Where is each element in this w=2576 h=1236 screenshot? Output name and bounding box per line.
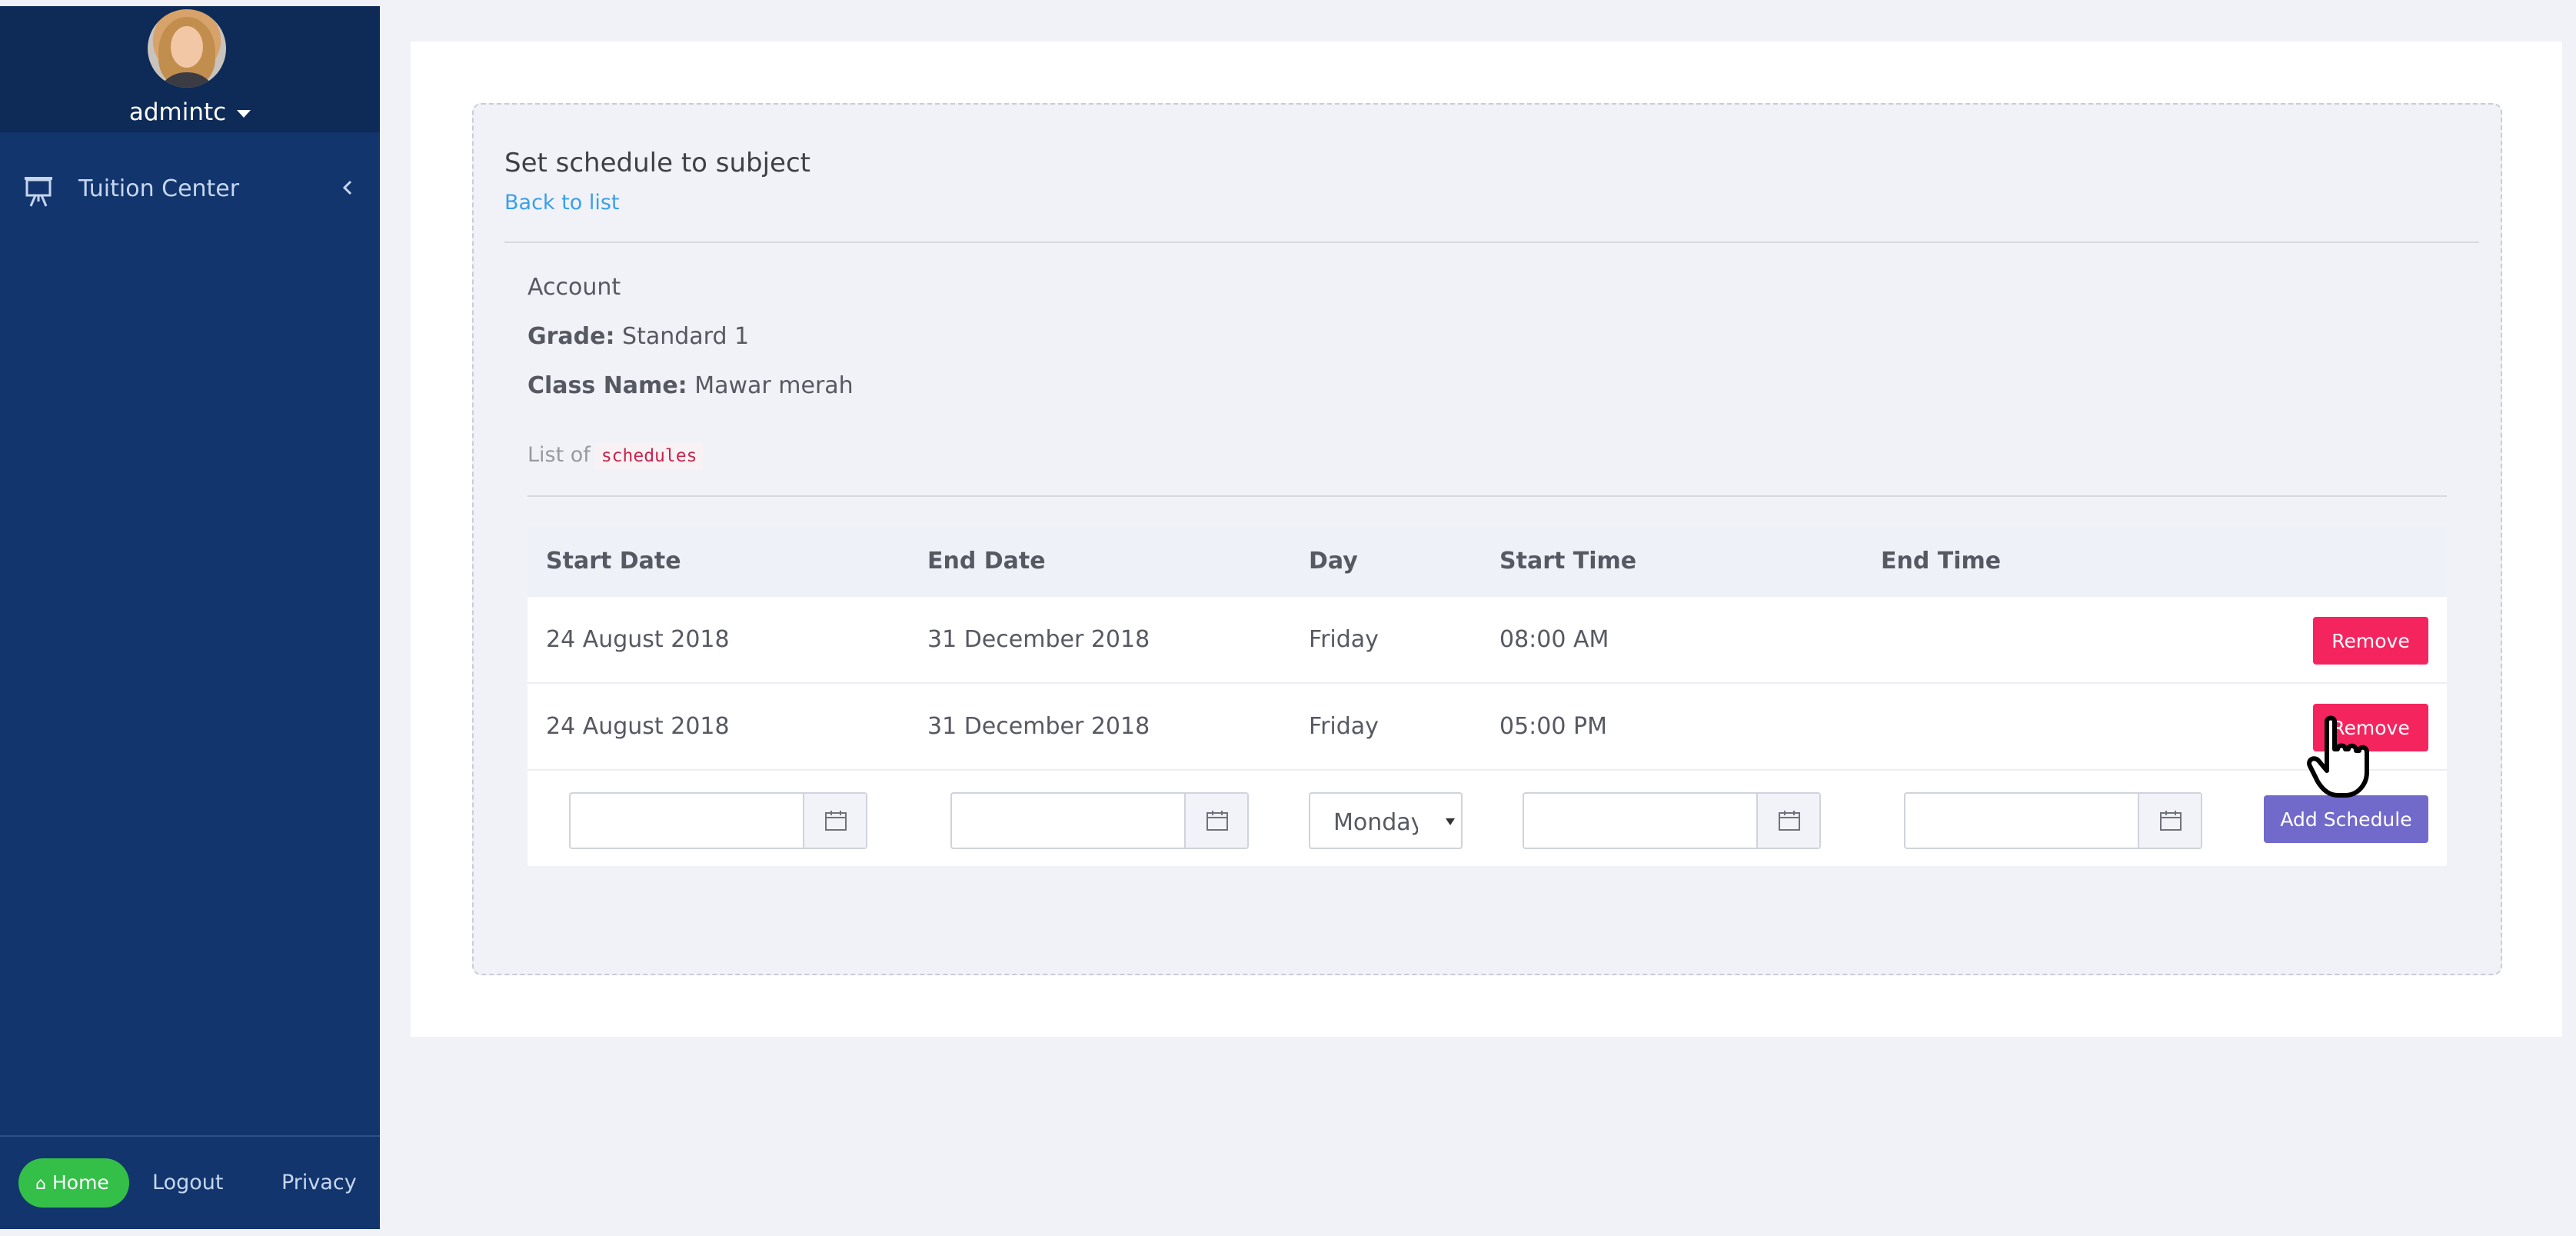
- home-button-label: Home: [52, 1171, 109, 1194]
- class-label: Class Name:: [528, 372, 687, 399]
- end-date-picker: [950, 792, 1249, 849]
- end-date-calendar-button[interactable]: [1184, 794, 1247, 848]
- cell-start-time: 05:00 PM: [1499, 713, 1607, 740]
- start-time-input[interactable]: [1524, 794, 1758, 848]
- home-button[interactable]: ⌂ Home: [18, 1158, 129, 1208]
- sidebar-footer: ⌂ Home Logout Privacy: [0, 1135, 380, 1229]
- grade-value: Standard 1: [622, 323, 750, 350]
- dropdown-arrow-icon: [1446, 818, 1455, 825]
- sidebar-item-label: Tuition Center: [78, 175, 240, 202]
- cell-day: Friday: [1309, 626, 1379, 653]
- column-header-end-date: End Date: [927, 548, 1046, 575]
- new-schedule-row: Monday Add Schedule: [528, 771, 2447, 866]
- sidebar-item-tuition-center[interactable]: Tuition Center: [0, 160, 380, 222]
- table-row: 24 August 2018 31 December 2018 Friday 0…: [528, 597, 2447, 684]
- list-caption-prefix: List of: [528, 443, 591, 467]
- day-select-value: Monday: [1333, 809, 1418, 836]
- cell-start-date: 24 August 2018: [546, 713, 730, 740]
- main-card: Set schedule to subject Back to list Acc…: [411, 42, 2562, 1037]
- start-date-input[interactable]: [571, 794, 804, 848]
- column-header-day: Day: [1309, 548, 1358, 575]
- calendar-icon: [1206, 811, 1228, 831]
- caret-down-icon: [237, 109, 251, 118]
- grade-info: Grade: Standard 1: [528, 323, 749, 350]
- grade-label: Grade:: [528, 323, 615, 350]
- calendar-icon: [2160, 811, 2182, 831]
- list-caption-code: schedules: [594, 443, 704, 469]
- calendar-icon: [825, 811, 847, 831]
- back-to-list-link[interactable]: Back to list: [504, 191, 619, 215]
- divider: [504, 242, 2479, 243]
- cell-day: Friday: [1309, 713, 1379, 740]
- schedule-panel: Set schedule to subject Back to list Acc…: [472, 103, 2502, 975]
- column-header-end-time: End Time: [1881, 548, 2002, 575]
- column-header-start-time: Start Time: [1499, 548, 1637, 575]
- user-menu-toggle[interactable]: admintc: [0, 98, 380, 126]
- day-select[interactable]: Monday: [1309, 792, 1463, 849]
- list-caption: List of schedules: [528, 443, 704, 469]
- class-info: Class Name: Mawar merah: [528, 372, 854, 399]
- remove-button[interactable]: Remove: [2313, 617, 2428, 665]
- account-heading: Account: [528, 274, 621, 301]
- cell-start-time: 08:00 AM: [1499, 626, 1609, 653]
- end-date-input[interactable]: [952, 794, 1186, 848]
- schedule-table: Start Date End Date Day Start Time End T…: [528, 526, 2447, 866]
- start-date-picker: [569, 792, 867, 849]
- end-time-calendar-button[interactable]: [2138, 794, 2201, 848]
- cell-end-date: 31 December 2018: [927, 626, 1150, 653]
- avatar[interactable]: [148, 9, 226, 88]
- table-row: 24 August 2018 31 December 2018 Friday 0…: [528, 684, 2447, 771]
- presentation-board-icon: [25, 177, 52, 207]
- username-label: admintc: [128, 98, 227, 126]
- chevron-left-icon: [342, 180, 352, 195]
- end-time-picker: [1904, 792, 2202, 849]
- divider: [528, 495, 2447, 497]
- calendar-icon: [1779, 811, 1800, 831]
- cell-end-date: 31 December 2018: [927, 713, 1150, 740]
- start-date-calendar-button[interactable]: [803, 794, 866, 848]
- sidebar: admintc Tuition Center ⌂ Home Logout Priv…: [0, 6, 380, 1229]
- column-header-start-date: Start Date: [546, 548, 681, 575]
- remove-button[interactable]: Remove: [2313, 704, 2428, 751]
- home-icon: ⌂: [35, 1174, 46, 1194]
- privacy-link[interactable]: Privacy: [281, 1171, 357, 1194]
- start-time-calendar-button[interactable]: [1756, 794, 1819, 848]
- logout-link[interactable]: Logout: [152, 1171, 223, 1194]
- end-time-input[interactable]: [1905, 794, 2139, 848]
- start-time-picker: [1523, 792, 1821, 849]
- cell-start-date: 24 August 2018: [546, 626, 730, 653]
- user-panel: admintc: [0, 6, 380, 132]
- class-value: Mawar merah: [694, 372, 854, 399]
- add-schedule-button[interactable]: Add Schedule: [2264, 795, 2428, 843]
- table-header: Start Date End Date Day Start Time End T…: [528, 526, 2447, 597]
- page-title: Set schedule to subject: [504, 148, 810, 178]
